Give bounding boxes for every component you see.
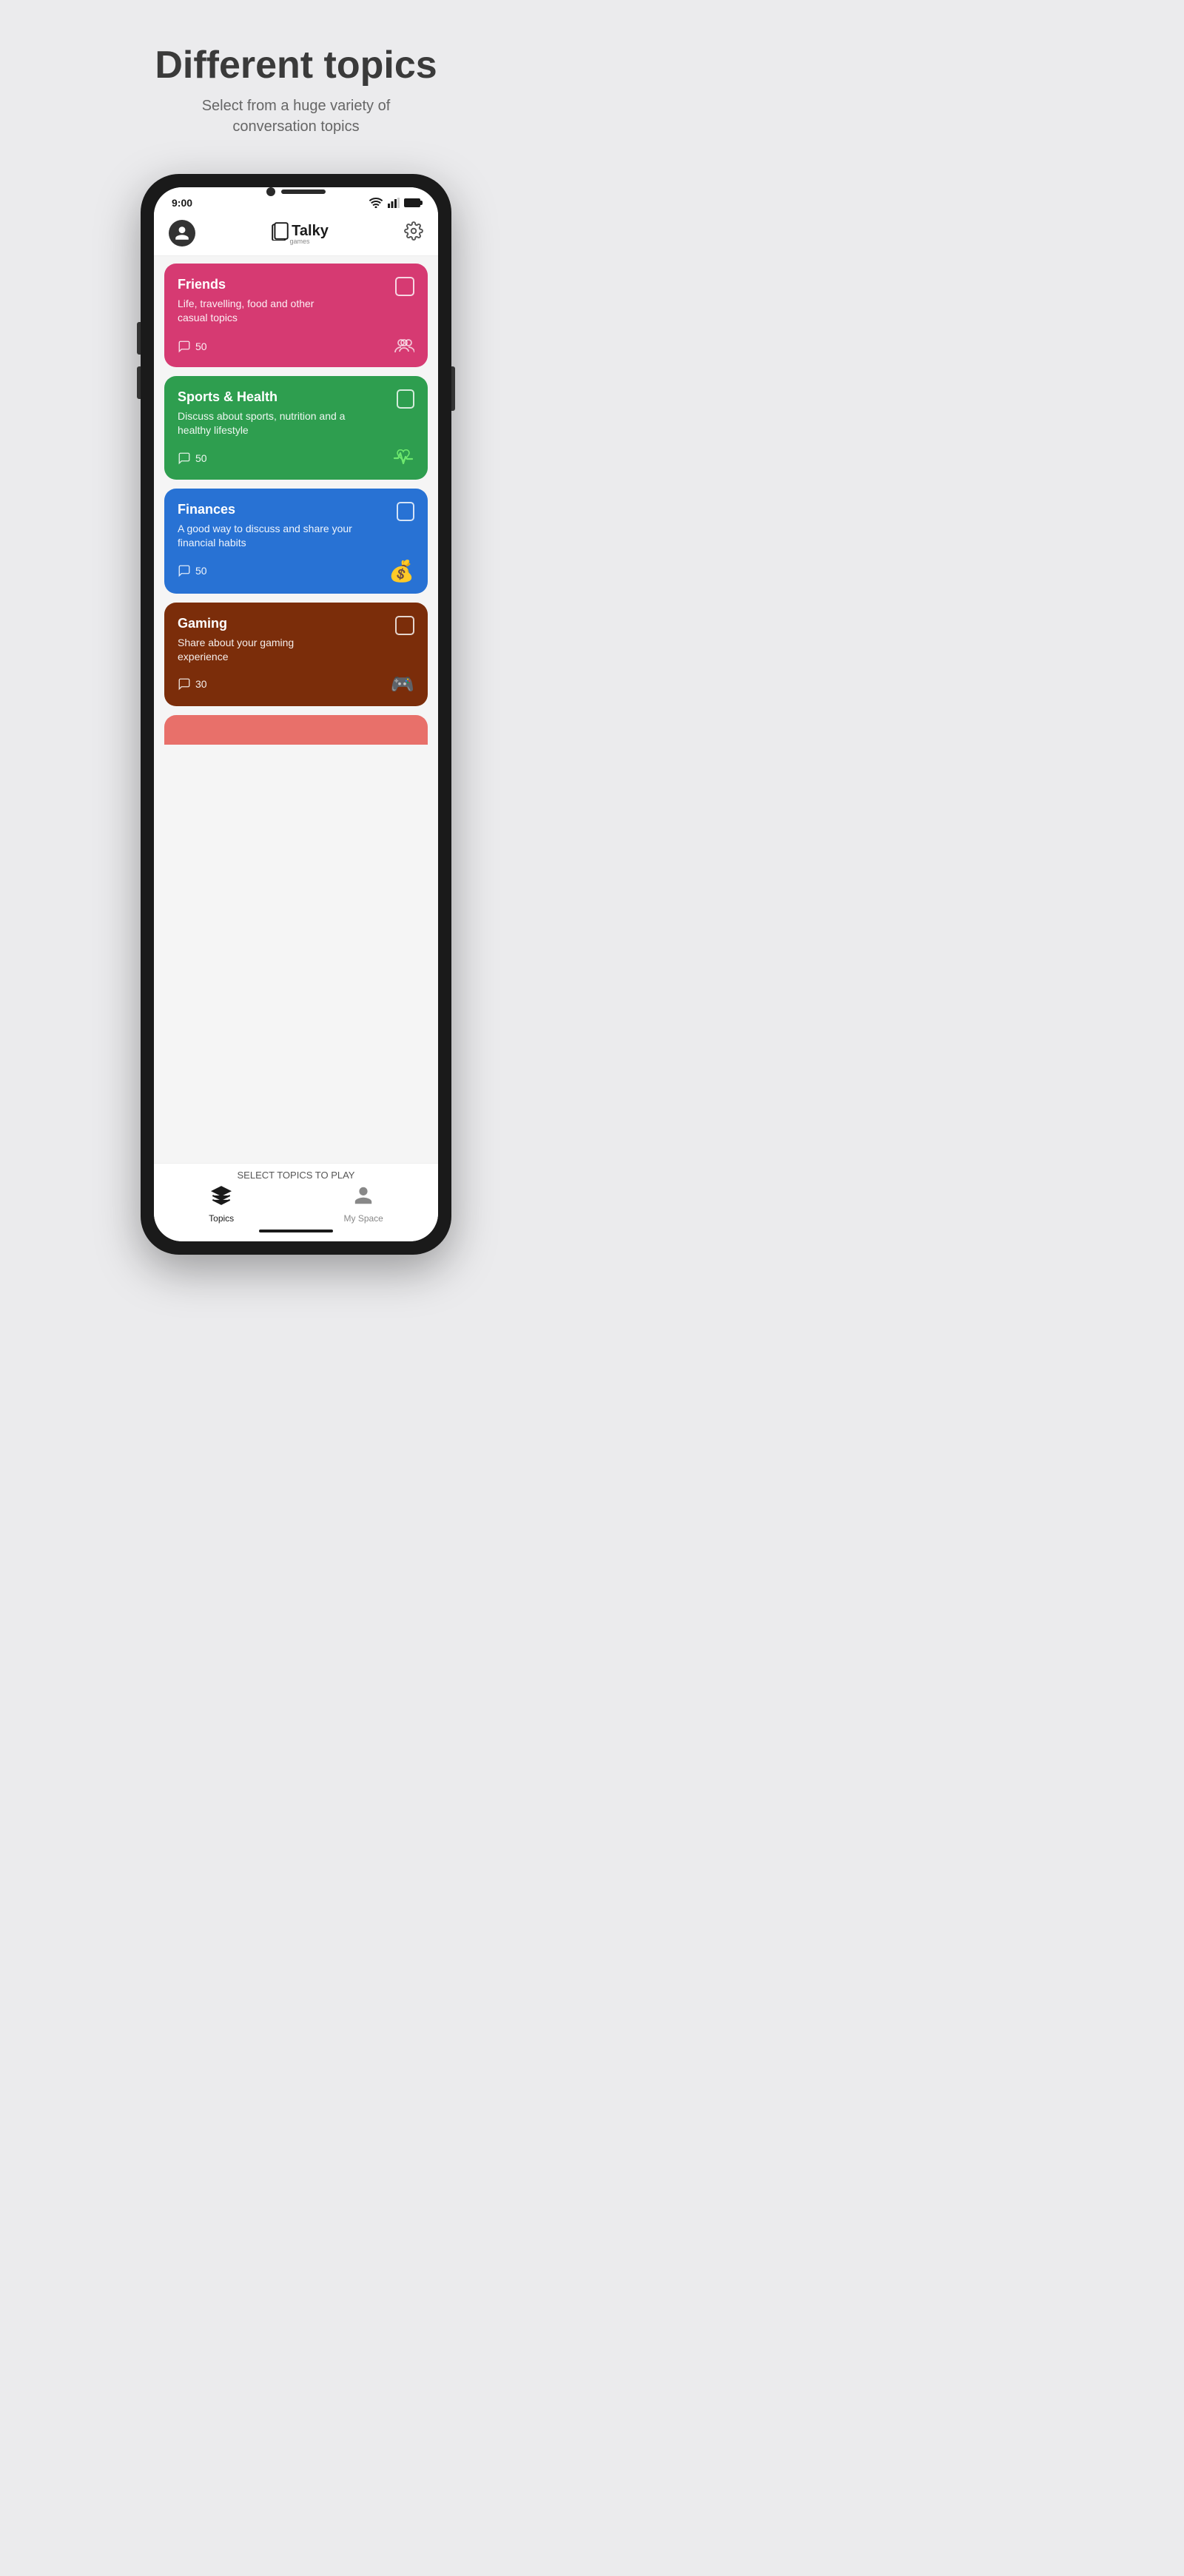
bottom-nav: SELECT TOPICS TO PLAY Topics [154,1163,438,1241]
topic-desc-gaming: Share about your gaming experience [178,636,314,664]
topic-card-sports[interactable]: Sports & Health Discuss about sports, nu… [164,376,428,480]
topics-scroll-area[interactable]: Friends Life, travelling, food and other… [154,256,438,1163]
nav-avatar[interactable] [169,220,195,246]
chat-icon-gaming [178,677,191,691]
phone-screen: 9:00 [154,187,438,1241]
gamepad-emoji: 🎮 [391,673,414,696]
topic-card-bottom-gaming: 30 🎮 [178,673,414,696]
chat-icon-friends [178,340,191,353]
battery-icon [404,198,420,207]
person-icon [353,1185,374,1211]
topic-title-finances: Finances [178,502,397,517]
topic-card-top-friends: Friends Life, travelling, food and other… [178,277,414,325]
topic-checkbox-finances[interactable] [397,502,414,521]
topic-desc-sports: Discuss about sports, nutrition and a he… [178,409,353,437]
topic-checkbox-gaming[interactable] [395,616,414,635]
topic-title-friends: Friends [178,277,377,292]
topic-count-gaming: 30 [178,677,207,691]
settings-icon[interactable] [404,221,423,245]
topic-count-friends: 50 [178,340,207,353]
top-nav: Talky games [154,214,438,256]
topic-card-bottom-finances: 50 💰 [178,559,414,583]
topic-card-finances[interactable]: Finances A good way to discuss and share… [164,489,428,594]
wifi-icon [369,198,383,208]
topic-desc-finances: A good way to discuss and share your fin… [178,522,353,550]
partial-card [164,715,428,745]
logo-card-icon [271,221,290,241]
topic-title-sports: Sports & Health [178,389,397,405]
topic-title-gaming: Gaming [178,616,348,631]
topic-card-top-gaming: Gaming Share about your gaming experienc… [178,616,414,664]
logo-subtitle: games [289,238,309,245]
cube-svg [211,1185,232,1206]
topic-desc-friends: Life, travelling, food and other casual … [178,297,337,325]
cube-icon [211,1185,232,1211]
topic-count-sports: 50 [178,452,207,465]
heartbeat-icon [392,447,414,469]
status-time: 9:00 [172,197,192,209]
tab-myspace[interactable]: My Space [343,1185,383,1224]
tab-topics-label: Topics [209,1213,234,1224]
topic-checkbox-sports[interactable] [397,389,414,409]
camera-area [266,187,326,196]
page-title: Different topics [155,44,437,87]
topic-card-bottom-friends: 50 [178,336,414,357]
phone-device: 9:00 [141,174,451,1255]
status-icons [369,198,420,208]
tab-topics[interactable]: Topics [209,1185,234,1224]
signal-icon [388,198,400,208]
topic-checkbox-friends[interactable] [395,277,414,296]
topic-card-gaming[interactable]: Gaming Share about your gaming experienc… [164,603,428,706]
topic-card-top-finances: Finances A good way to discuss and share… [178,502,414,550]
topic-card-top-sports: Sports & Health Discuss about sports, nu… [178,389,414,437]
people-icon-friends [394,336,414,357]
topic-count-finances: 50 [178,564,207,577]
home-indicator [259,1230,333,1232]
page-subtitle: Select from a huge variety of conversati… [163,95,429,137]
topic-card-friends[interactable]: Friends Life, travelling, food and other… [164,264,428,367]
app-logo: Talky games [271,221,329,245]
person-svg [353,1185,374,1206]
money-emoji: 💰 [388,559,414,583]
bottom-tabs: Topics My Space [154,1185,438,1224]
camera-dot [266,187,275,196]
chat-icon-finances [178,564,191,577]
topic-card-bottom-sports: 50 [178,447,414,469]
speaker-bar [281,189,326,194]
tab-myspace-label: My Space [343,1213,383,1224]
bottom-nav-cta: SELECT TOPICS TO PLAY [154,1170,438,1181]
chat-icon-sports [178,452,191,465]
page-header: Different topics Select from a huge vari… [155,44,437,137]
